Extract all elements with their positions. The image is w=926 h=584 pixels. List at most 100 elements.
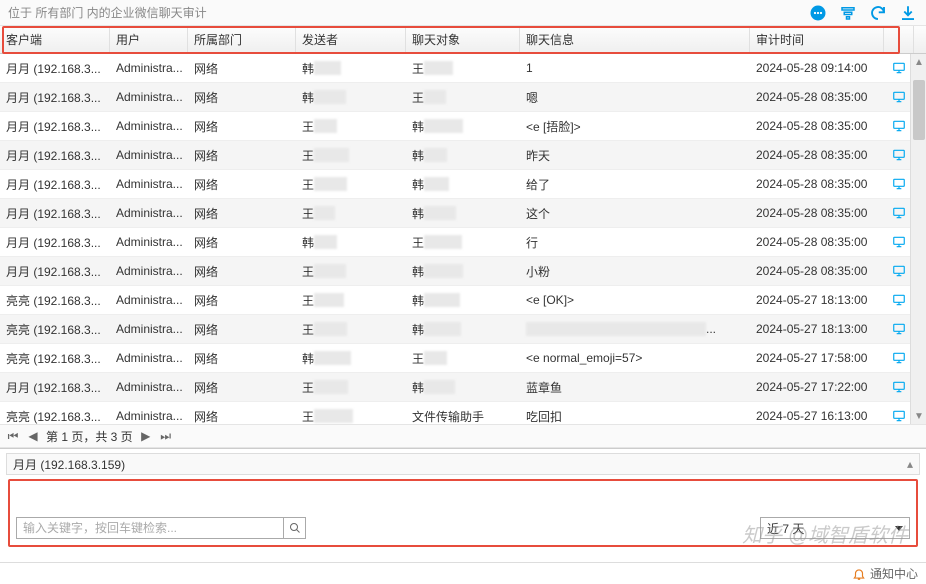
refresh-icon[interactable] [868, 3, 888, 23]
cell-dept: 网络 [188, 112, 296, 140]
cell-user: Administra... [110, 112, 188, 140]
cell-dept: 网络 [188, 315, 296, 343]
cell-user: Administra... [110, 170, 188, 198]
chat-bubble-icon[interactable] [808, 3, 828, 23]
th-dept[interactable]: 所属部门 [188, 26, 296, 53]
cell-partner: 韩 [406, 373, 520, 401]
cell-time: 2024-05-28 09:14:00 [750, 54, 884, 82]
search-input[interactable] [16, 517, 284, 539]
cell-partner: 韩 [406, 141, 520, 169]
cell-dept: 网络 [188, 141, 296, 169]
header-icons [808, 3, 918, 23]
cell-sender: 韩 [296, 54, 406, 82]
cell-sender: 王 [296, 112, 406, 140]
cell-sender: 王 [296, 315, 406, 343]
pager-text: 第 1 页，共 3 页 [46, 428, 133, 445]
scroll-down-icon[interactable]: ▼ [911, 408, 926, 424]
header-bar: 位于 所有部门 内的企业微信聊天审计 [0, 0, 926, 26]
table-header-row: 客户端 用户 所属部门 发送者 聊天对象 聊天信息 审计时间 [0, 26, 926, 54]
table-row[interactable]: 月月 (192.168.3...Administra...网络王韩这个2024-… [0, 199, 926, 228]
table-row[interactable]: 月月 (192.168.3...Administra...网络王韩昨天2024-… [0, 141, 926, 170]
cell-client: 亮亮 (192.168.3... [0, 286, 110, 314]
cell-client: 月月 (192.168.3... [0, 257, 110, 285]
table-row[interactable]: 月月 (192.168.3...Administra...网络王韩给了2024-… [0, 170, 926, 199]
th-partner[interactable]: 聊天对象 [406, 26, 520, 53]
pager-last-icon[interactable]: ⏭ [159, 429, 173, 443]
search-icon[interactable] [284, 517, 306, 539]
cell-time: 2024-05-28 08:35:00 [750, 112, 884, 140]
cell-user: Administra... [110, 199, 188, 227]
scrollbar-thumb[interactable] [913, 80, 925, 140]
bell-icon [852, 567, 866, 581]
search-row: 近 7 天 [16, 517, 910, 539]
th-user[interactable]: 用户 [110, 26, 188, 53]
footer: 通知中心 [0, 562, 926, 584]
cell-msg: 行 [520, 228, 750, 256]
th-action [884, 26, 914, 53]
scrollbar[interactable]: ▲ ▼ [910, 54, 926, 424]
cell-client: 亮亮 (192.168.3... [0, 402, 110, 424]
detail-panel: 月月 (192.168.3.159) ▴ 近 7 天 [0, 448, 926, 555]
cell-msg: ... [520, 315, 750, 343]
cell-user: Administra... [110, 54, 188, 82]
cell-sender: 王 [296, 373, 406, 401]
cell-partner: 王 [406, 83, 520, 111]
cell-client: 月月 (192.168.3... [0, 83, 110, 111]
chevron-down-icon [895, 526, 903, 531]
detail-title-bar[interactable]: 月月 (192.168.3.159) ▴ [6, 453, 920, 475]
cell-dept: 网络 [188, 228, 296, 256]
date-filter-dropdown[interactable]: 近 7 天 [760, 517, 910, 539]
table-row[interactable]: 月月 (192.168.3...Administra...网络王韩小粉2024-… [0, 257, 926, 286]
cell-dept: 网络 [188, 257, 296, 285]
table-row[interactable]: 月月 (192.168.3...Administra...网络王韩<e [捂脸]… [0, 112, 926, 141]
cell-partner: 韩 [406, 257, 520, 285]
controls-highlight: 近 7 天 [8, 479, 918, 547]
cell-msg: 给了 [520, 170, 750, 198]
table-body: 月月 (192.168.3...Administra...网络韩王12024-0… [0, 54, 926, 424]
cell-time: 2024-05-27 17:58:00 [750, 344, 884, 372]
filter-icon[interactable] [838, 3, 858, 23]
cell-client: 亮亮 (192.168.3... [0, 315, 110, 343]
notification-center[interactable]: 通知中心 [852, 565, 918, 582]
cell-time: 2024-05-28 08:35:00 [750, 170, 884, 198]
table-row[interactable]: 亮亮 (192.168.3...Administra...网络王文件传输助手吃回… [0, 402, 926, 424]
th-time[interactable]: 审计时间 [750, 26, 884, 53]
table-row[interactable]: 月月 (192.168.3...Administra...网络王韩蓝章鱼2024… [0, 373, 926, 402]
cell-sender: 王 [296, 286, 406, 314]
cell-sender: 韩 [296, 83, 406, 111]
cell-time: 2024-05-28 08:35:00 [750, 257, 884, 285]
table-row[interactable]: 亮亮 (192.168.3...Administra...网络韩王<e norm… [0, 344, 926, 373]
collapse-up-icon[interactable]: ▴ [907, 457, 913, 471]
table-row[interactable]: 月月 (192.168.3...Administra...网络韩王12024-0… [0, 54, 926, 83]
cell-msg: <e normal_emoji=57> [520, 344, 750, 372]
cell-time: 2024-05-28 08:35:00 [750, 83, 884, 111]
cell-time: 2024-05-28 08:35:00 [750, 141, 884, 169]
cell-dept: 网络 [188, 286, 296, 314]
cell-dept: 网络 [188, 83, 296, 111]
cell-time: 2024-05-27 16:13:00 [750, 402, 884, 424]
th-client[interactable]: 客户端 [0, 26, 110, 53]
cell-time: 2024-05-27 18:13:00 [750, 315, 884, 343]
cell-dept: 网络 [188, 54, 296, 82]
cell-user: Administra... [110, 286, 188, 314]
pager-first-icon[interactable]: ⏮ [6, 429, 20, 443]
pager-prev-icon[interactable]: ◀ [26, 429, 40, 443]
table-row[interactable]: 月月 (192.168.3...Administra...网络韩王行2024-0… [0, 228, 926, 257]
table-row[interactable]: 亮亮 (192.168.3...Administra...网络王韩 ...202… [0, 315, 926, 344]
cell-partner: 韩 [406, 170, 520, 198]
cell-dept: 网络 [188, 402, 296, 424]
th-sender[interactable]: 发送者 [296, 26, 406, 53]
cell-msg: <e [OK]> [520, 286, 750, 314]
cell-dept: 网络 [188, 199, 296, 227]
download-icon[interactable] [898, 3, 918, 23]
cell-sender: 王 [296, 170, 406, 198]
cell-sender: 王 [296, 402, 406, 424]
table-row[interactable]: 月月 (192.168.3...Administra...网络韩王嗯2024-0… [0, 83, 926, 112]
cell-sender: 韩 [296, 228, 406, 256]
th-msg[interactable]: 聊天信息 [520, 26, 750, 53]
audit-table: 客户端 用户 所属部门 发送者 聊天对象 聊天信息 审计时间 月月 (192.1… [0, 26, 926, 424]
cell-user: Administra... [110, 315, 188, 343]
table-row[interactable]: 亮亮 (192.168.3...Administra...网络王韩<e [OK]… [0, 286, 926, 315]
pager-next-icon[interactable]: ▶ [139, 429, 153, 443]
scroll-up-icon[interactable]: ▲ [911, 54, 926, 70]
